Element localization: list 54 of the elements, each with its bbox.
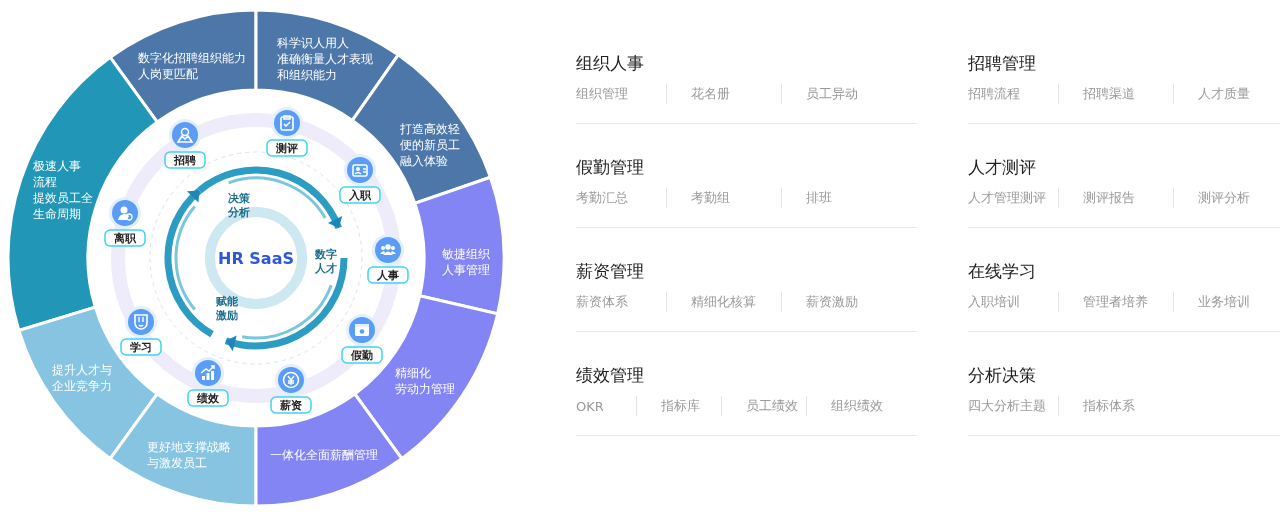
feature-link[interactable]: 员工异动 [806,85,858,103]
id-card-icon[interactable] [344,154,376,186]
module-label[interactable]: 假勤 [341,346,383,364]
category-title: 人才测评 [968,156,1037,178]
feature-link[interactable]: 人才质量 [1198,85,1250,103]
module-label[interactable]: 薪资 [270,396,312,414]
clipboard-icon[interactable] [271,107,303,139]
feature-link[interactable]: 花名册 [691,85,730,103]
center-title: HR SaaS [218,249,294,268]
module-label[interactable]: 招聘 [164,151,206,169]
module-label[interactable]: 绩效 [187,389,229,407]
feature-link[interactable]: OKR [576,398,604,414]
cycle-label: 赋能 激励 [216,295,238,322]
yen-icon[interactable] [275,364,307,396]
category-title: 假勤管理 [576,156,645,178]
feature-link[interactable]: 测评报告 [1083,189,1135,207]
module-label[interactable]: 学习 [120,338,162,356]
feature-link[interactable]: 考勤组 [691,189,730,207]
feature-link[interactable]: 指标库 [661,397,700,415]
feature-link[interactable]: 组织绩效 [831,397,883,415]
category-title: 绩效管理 [576,364,645,386]
feature-link[interactable]: 招聘流程 [968,85,1020,103]
category-title: 组织人事 [576,52,645,74]
person-icon[interactable] [169,119,201,151]
feature-link[interactable]: 薪资体系 [576,293,628,311]
cycle-label: 数字 人才 [315,248,337,275]
feature-link[interactable]: 排班 [806,189,832,207]
feature-link[interactable]: 员工绩效 [746,397,798,415]
feature-link[interactable]: 考勤汇总 [576,189,628,207]
feature-link[interactable]: 管理者培养 [1083,293,1148,311]
module-label[interactable]: 测评 [266,139,308,157]
category-title: 招聘管理 [968,52,1037,74]
module-label[interactable]: 入职 [339,186,381,204]
feature-link[interactable]: 指标体系 [1083,397,1135,415]
category-title: 分析决策 [968,364,1037,386]
feature-link[interactable]: 精细化核算 [691,293,756,311]
bar-chart-icon[interactable] [192,357,224,389]
feature-link[interactable]: 业务培训 [1198,293,1250,311]
module-label[interactable]: 离职 [104,229,146,247]
category-title: 在线学习 [968,260,1037,282]
feature-link[interactable]: 薪资激励 [806,293,858,311]
feature-link[interactable]: 组织管理 [576,85,628,103]
calendar-icon[interactable] [346,314,378,346]
category-title: 薪资管理 [576,260,645,282]
badge-icon[interactable] [125,306,157,338]
cycle-label: 决策 分析 [228,192,250,219]
user-icon[interactable] [109,197,141,229]
feature-link[interactable]: 四大分析主题 [968,397,1046,415]
feature-link[interactable]: 入职培训 [968,293,1020,311]
feature-link[interactable]: 招聘渠道 [1083,85,1135,103]
people-icon[interactable] [372,234,404,266]
module-label[interactable]: 人事 [367,266,409,284]
feature-link[interactable]: 人才管理测评 [968,189,1046,207]
feature-link[interactable]: 测评分析 [1198,189,1250,207]
